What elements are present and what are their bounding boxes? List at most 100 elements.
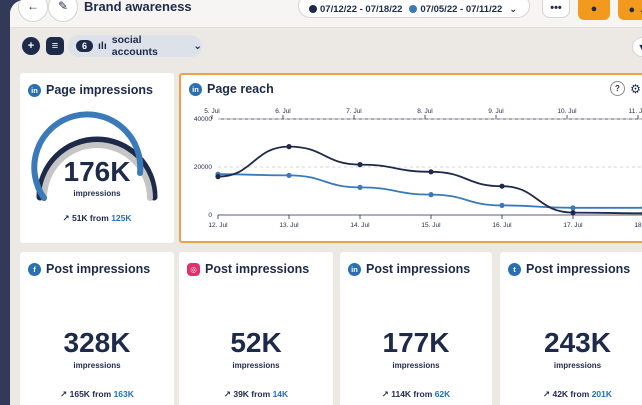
trend-arrow-icon: ↗ [60, 389, 68, 399]
card-title: Page reach [207, 82, 274, 96]
export-button[interactable]: ● ⌄ [618, 0, 642, 20]
linkedin-icon: in [348, 262, 361, 276]
social-accounts-label: social accounts [111, 34, 158, 58]
current-range-dot [309, 5, 317, 13]
series-point-1 [570, 205, 576, 211]
trend-arrow-icon: ↗ [62, 213, 70, 223]
post-impressions-card-instagram: ◎ Post impressions 52K impressions ↗ 39K… [179, 252, 333, 405]
top-axis-tick-label: 5. Jul [204, 108, 220, 115]
page-title: Brand awareness [84, 0, 192, 14]
social-count-badge: 6 [76, 40, 94, 52]
post-impressions-card-facebook: f Post impressions 328K impressions ↗ 16… [20, 252, 174, 405]
impressions-value: 177K [382, 327, 450, 358]
bottom-axis-tick-label: 12. Jul [208, 222, 228, 229]
gear-icon: ⚙ [630, 81, 641, 96]
compare-range-dot [409, 5, 418, 13]
series-point-0 [570, 210, 576, 216]
question-mark-icon: ? [615, 84, 620, 93]
series-point-0 [215, 174, 221, 180]
facebook-icon: f [28, 262, 41, 276]
series-point-0 [499, 183, 505, 189]
trend-arrow-icon: ↗ [381, 389, 389, 399]
series-point-1 [357, 184, 363, 190]
top-axis-tick-label: 9. Jul [488, 108, 504, 115]
chevron-down-icon: ⌄ [509, 3, 518, 15]
impressions-unit: impressions [392, 361, 440, 370]
series-line-1 [217, 173, 642, 209]
impressions-unit: impressions [232, 361, 280, 370]
impressions-unit: impressions [553, 361, 602, 370]
page-reach-chart: 5. Jul 6. Jul 7. Jul 8. Jul 9. Jul 10. Jul 11.… [194, 108, 642, 229]
impressions-value: 176K [63, 156, 131, 187]
instagram-icon: ◎ [187, 262, 200, 276]
series-line-0 [217, 145, 642, 215]
post-impressions-card-linkedin: in Post impressions 177K impressions ↗ 1… [340, 252, 492, 405]
trend-arrow-icon: ↗ [542, 389, 551, 399]
help-button[interactable]: ? [610, 81, 625, 96]
plus-icon: + [27, 40, 35, 52]
impressions-value: 52K [230, 327, 282, 358]
settings-button[interactable]: ⚙ [628, 81, 642, 96]
comparison-text: ↗ 51K from 125K [62, 213, 132, 223]
series-point-1 [499, 202, 505, 208]
top-axis-tick-label: 10. Jul [557, 108, 577, 115]
page-reach-card[interactable]: in Page reach ? ⚙ 5. Jul 6. Jul 7. Jul 8. J… [179, 73, 642, 243]
current-range: 07/12/22 - 07/18/22 [320, 3, 403, 15]
dashboard-screen: ← ✎ Brand awareness 07/12/22 - 07/18/22 … [10, 0, 642, 405]
share-users-button[interactable]: ● [578, 0, 610, 20]
export-icon: ● ⌄ [628, 3, 642, 16]
impressions-unit: impressions [73, 189, 121, 198]
top-axis-tick-label: 6. Jul [275, 108, 291, 115]
card-title: Page impressions [46, 83, 153, 97]
chevron-down-icon: ⌄ [193, 40, 202, 52]
compare-range: 07/05/22 - 07/11/22 [420, 3, 503, 15]
linkedin-icon: in [189, 82, 202, 96]
series-point-1 [286, 172, 292, 178]
comparison-text: ↗ 165K from 163K [60, 389, 134, 399]
filter-button[interactable]: ▼ [632, 37, 642, 57]
twitter-icon: t [508, 262, 521, 276]
bottom-axis-tick-label: 17. Jul [563, 222, 583, 229]
comparison-text: ↗ 42K from 201K [542, 389, 613, 399]
y-axis-tick-label: 20000 [194, 164, 212, 171]
bottom-axis-tick-label: 15. Jul [421, 222, 441, 229]
more-options-button[interactable]: ••• [542, 0, 570, 18]
series-point-0 [286, 144, 292, 150]
edit-button[interactable]: ✎ [48, 0, 78, 22]
social-accounts-filter[interactable]: 6 ılı social accounts ⌄ [68, 34, 202, 58]
header-bar: ← ✎ Brand awareness 07/12/22 - 07/18/22 … [10, 0, 642, 28]
top-axis-tick-label: 11. Jul [629, 108, 642, 115]
impressions-unit: impressions [73, 361, 121, 370]
card-title: Post impressions [526, 262, 631, 276]
comparison-text: ↗ 39K from 14K [223, 389, 289, 399]
comment-button[interactable]: ≡ [46, 37, 64, 55]
ellipsis-icon: ••• [550, 2, 562, 14]
top-axis-tick-label: 8. Jul [417, 108, 433, 115]
arrow-left-icon: ← [27, 0, 39, 13]
series-point-1 [428, 192, 434, 198]
page-impressions-card: in Page impressions 176K impressions ↗ 5… [20, 73, 174, 243]
comment-icon: ≡ [51, 40, 59, 52]
filter-bar: + ≡ 6 ılı social accounts ⌄ ▼ [10, 30, 642, 60]
card-title: Post impressions [205, 262, 310, 276]
back-button[interactable]: ← [18, 0, 48, 22]
add-widget-button[interactable]: + [22, 37, 40, 55]
impressions-value: 328K [63, 327, 131, 358]
card-title: Post impressions [366, 262, 471, 276]
top-axis-tick-label: 7. Jul [346, 108, 362, 115]
comparison-text: ↗ 114K from 62K [381, 389, 451, 399]
bottom-axis-tick-label: 13. Jul [279, 222, 299, 229]
series-point-0 [428, 169, 434, 175]
filter-icon: ▼ [637, 42, 642, 52]
bar-chart-icon: ılı [98, 40, 107, 52]
bottom-axis-tick-label: 18. Jul [634, 222, 642, 229]
y-axis-tick-label: 0 [208, 212, 212, 219]
date-range-selector[interactable]: 07/12/22 - 07/18/22 07/05/22 - 07/11/22 … [298, 0, 530, 18]
user-icon: ● [590, 3, 598, 15]
y-axis-tick-label: 40000 [194, 116, 212, 123]
bottom-axis-tick-label: 16. Jul [492, 222, 512, 229]
series-point-0 [357, 162, 363, 168]
card-title: Post impressions [46, 262, 151, 276]
linkedin-icon: in [28, 83, 41, 97]
post-impressions-card-twitter: t Post impressions 243K impressions ↗ 42… [500, 252, 642, 405]
